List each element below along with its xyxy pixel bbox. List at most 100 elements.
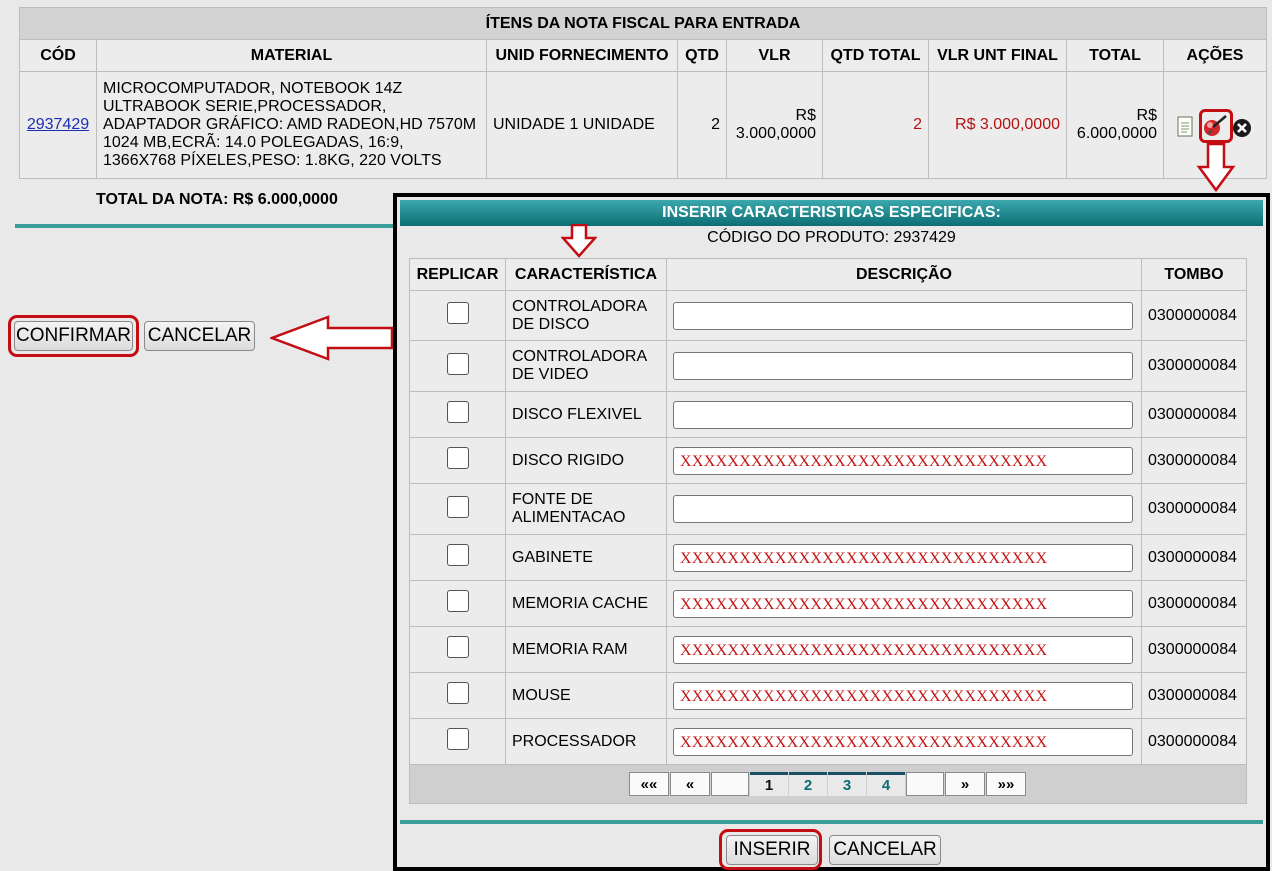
col-vlr: VLR xyxy=(726,39,823,72)
arrow-down-small-icon xyxy=(561,224,597,258)
col-total: TOTAL xyxy=(1066,39,1164,72)
pager-spacer xyxy=(906,772,944,796)
table-row: CONTROLADORA DE DISCO 0300000084 xyxy=(409,290,1247,341)
document-icon[interactable] xyxy=(1175,114,1197,140)
col-qtd-total: QTD TOTAL xyxy=(822,39,929,72)
replicar-checkbox[interactable] xyxy=(446,544,469,566)
description-input[interactable] xyxy=(673,301,1133,330)
description-input[interactable] xyxy=(673,400,1133,429)
replicar-checkbox[interactable] xyxy=(446,401,469,423)
characteristic-label: CONTROLADORA DE DISCO xyxy=(505,290,667,341)
characteristic-label: MEMORIA CACHE xyxy=(505,580,667,627)
total-cell: R$ 6.000,0000 xyxy=(1066,71,1164,179)
qtd-cell: 2 xyxy=(677,71,727,179)
divider xyxy=(15,224,395,228)
description-input[interactable]: XXXXXXXXXXXXXXXXXXXXXXXXXXXXXXX xyxy=(673,635,1133,664)
confirm-highlight xyxy=(8,315,139,357)
arrow-down-icon xyxy=(1196,143,1236,193)
table-row: MEMORIA RAM XXXXXXXXXXXXXXXXXXXXXXXXXXXX… xyxy=(409,626,1247,673)
product-code: CÓDIGO DO PRODUTO: 2937429 xyxy=(707,229,956,246)
items-table: ÍTENS DA NOTA FISCAL PARA ENTRADA CÓD MA… xyxy=(19,7,1267,179)
characteristic-label: CONTROLADORA DE VIDEO xyxy=(505,340,667,392)
tombo-value: 0300000084 xyxy=(1141,626,1247,673)
pager-row: «« « 1 2 3 4 » »» xyxy=(409,764,1247,804)
table-row: 2937429 MICROCOMPUTADOR, NOTEBOOK 14Z UL… xyxy=(19,71,1267,179)
pagination: «« « 1 2 3 4 » »» xyxy=(410,765,1246,803)
tombo-value: 0300000084 xyxy=(1141,483,1247,535)
characteristic-label: FONTE DE ALIMENTACAO xyxy=(505,483,667,535)
table-row: CONTROLADORA DE VIDEO 0300000084 xyxy=(409,340,1247,392)
col-descricao: DESCRIÇÃO xyxy=(666,258,1142,291)
tombo-value: 0300000084 xyxy=(1141,340,1247,392)
arrow-left-icon xyxy=(270,315,394,361)
description-input[interactable]: XXXXXXXXXXXXXXXXXXXXXXXXXXXXXXX xyxy=(673,543,1133,572)
delete-icon[interactable] xyxy=(1231,114,1253,140)
description-input[interactable]: XXXXXXXXXXXXXXXXXXXXXXXXXXXXXXX xyxy=(673,446,1133,475)
page-2-button[interactable]: 2 xyxy=(789,772,827,796)
description-input[interactable]: XXXXXXXXXXXXXXXXXXXXXXXXXXXXXXX xyxy=(673,681,1133,710)
modal-title: INSERIR CARACTERISTICAS ESPECIFICAS: xyxy=(400,200,1263,226)
characteristic-label: DISCO FLEXIVEL xyxy=(505,391,667,438)
description-input[interactable] xyxy=(673,352,1133,380)
replicar-checkbox[interactable] xyxy=(446,352,469,375)
first-page-button[interactable]: «« xyxy=(629,772,669,796)
tombo-value: 0300000084 xyxy=(1141,718,1247,765)
col-tombo: TOMBO xyxy=(1141,258,1247,291)
table-row: DISCO FLEXIVEL 0300000084 xyxy=(409,391,1247,438)
insert-highlight xyxy=(719,829,822,870)
table-row: MOUSE XXXXXXXXXXXXXXXXXXXXXXXXXXXXXXX 03… xyxy=(409,672,1247,719)
description-input[interactable] xyxy=(673,495,1133,523)
page-1-button[interactable]: 1 xyxy=(750,772,788,796)
col-caracteristica: CARACTERÍSTICA xyxy=(505,258,667,291)
tombo-value: 0300000084 xyxy=(1141,391,1247,438)
replicar-checkbox[interactable] xyxy=(446,302,469,324)
replicar-checkbox[interactable] xyxy=(446,495,469,518)
qtd-total-cell: 2 xyxy=(822,71,929,179)
characteristics-modal: INSERIR CARACTERISTICAS ESPECIFICAS: CÓD… xyxy=(393,193,1270,871)
page-4-button[interactable]: 4 xyxy=(867,772,905,796)
product-code-link[interactable]: 2937429 xyxy=(27,116,89,133)
characteristic-label: MOUSE xyxy=(505,672,667,719)
total-nota: TOTAL DA NOTA: R$ 6.000,0000 xyxy=(96,191,338,208)
table-row: DISCO RIGIDO XXXXXXXXXXXXXXXXXXXXXXXXXXX… xyxy=(409,437,1247,484)
tombo-value: 0300000084 xyxy=(1141,290,1247,341)
vlr-unt-final-cell: R$ 3.000,0000 xyxy=(928,71,1067,179)
col-qtd: QTD xyxy=(677,39,727,72)
table-row: MEMORIA CACHE XXXXXXXXXXXXXXXXXXXXXXXXXX… xyxy=(409,580,1247,627)
vlr-cell: R$ 3.000,0000 xyxy=(726,71,823,179)
replicar-checkbox[interactable] xyxy=(446,728,469,750)
last-page-button[interactable]: »» xyxy=(986,772,1026,796)
tombo-value: 0300000084 xyxy=(1141,534,1247,581)
tombo-value: 0300000084 xyxy=(1141,672,1247,719)
col-unid: UNID FORNECIMENTO xyxy=(486,39,678,72)
col-material: MATERIAL xyxy=(96,39,487,72)
table-row: GABINETE XXXXXXXXXXXXXXXXXXXXXXXXXXXXXXX… xyxy=(409,534,1247,581)
prev-page-button[interactable]: « xyxy=(670,772,710,796)
material-cell: MICROCOMPUTADOR, NOTEBOOK 14Z ULTRABOOK … xyxy=(96,71,487,179)
replicar-checkbox[interactable] xyxy=(446,682,469,704)
modal-cancel-button[interactable]: CANCELAR xyxy=(829,835,941,865)
col-cod: CÓD xyxy=(19,39,97,72)
characteristic-label: GABINETE xyxy=(505,534,667,581)
characteristic-label: MEMORIA RAM xyxy=(505,626,667,673)
characteristics-table: REPLICAR CARACTERÍSTICA DESCRIÇÃO TOMBO … xyxy=(409,258,1247,804)
table-row: PROCESSADOR XXXXXXXXXXXXXXXXXXXXXXXXXXXX… xyxy=(409,718,1247,765)
characteristic-label: DISCO RIGIDO xyxy=(505,437,667,484)
replicar-checkbox[interactable] xyxy=(446,447,469,469)
items-caption: ÍTENS DA NOTA FISCAL PARA ENTRADA xyxy=(19,7,1267,40)
page-3-button[interactable]: 3 xyxy=(828,772,866,796)
col-acoes: AÇÕES xyxy=(1163,39,1267,72)
replicar-checkbox[interactable] xyxy=(446,636,469,658)
tombo-value: 0300000084 xyxy=(1141,437,1247,484)
replicar-checkbox[interactable] xyxy=(446,590,469,612)
pager-spacer xyxy=(711,772,749,796)
tombo-value: 0300000084 xyxy=(1141,580,1247,627)
icon-highlight xyxy=(1199,109,1233,143)
cancel-button[interactable]: CANCELAR xyxy=(144,321,255,351)
characteristic-label: PROCESSADOR xyxy=(505,718,667,765)
table-row: FONTE DE ALIMENTACAO 0300000084 xyxy=(409,483,1247,535)
description-input[interactable]: XXXXXXXXXXXXXXXXXXXXXXXXXXXXXXX xyxy=(673,589,1133,618)
description-input[interactable]: XXXXXXXXXXXXXXXXXXXXXXXXXXXXXXX xyxy=(673,727,1133,756)
next-page-button[interactable]: » xyxy=(945,772,985,796)
unid-cell: UNIDADE 1 UNIDADE xyxy=(486,71,678,179)
